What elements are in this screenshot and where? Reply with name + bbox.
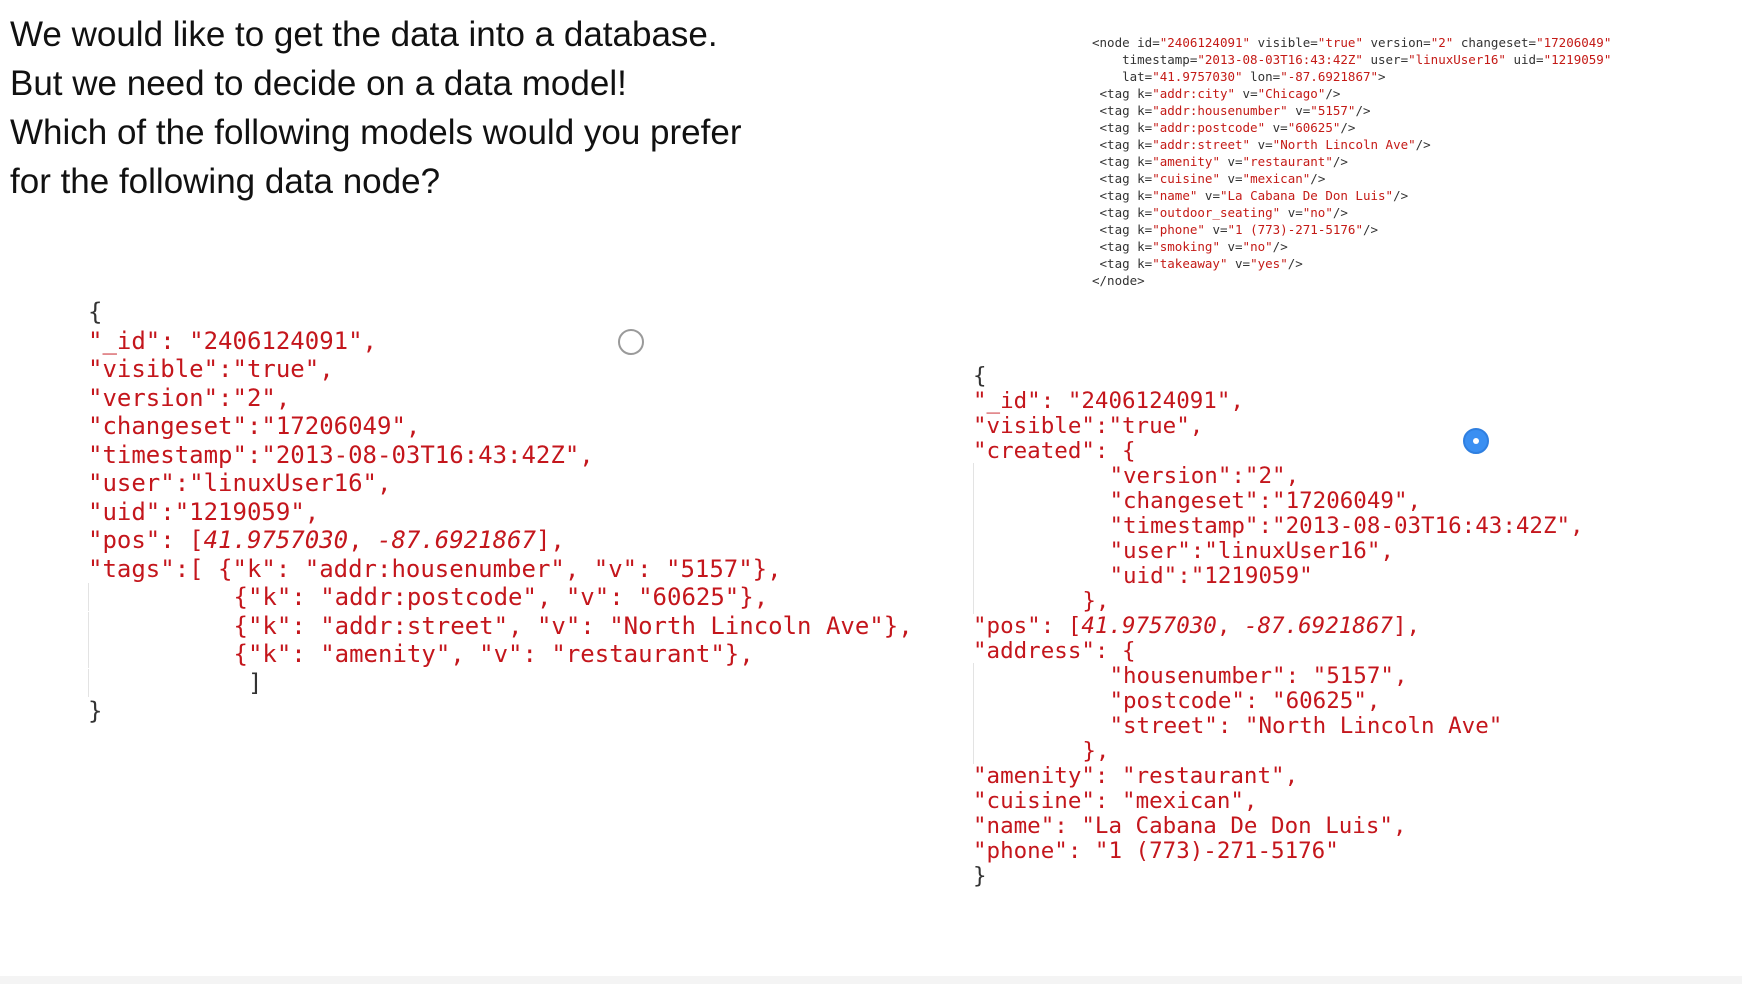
- footer-strip: [0, 976, 1742, 984]
- xml-tag-line: <tag k="cuisine" v="mexican"/>: [1092, 171, 1326, 186]
- question-line: But we need to decide on a data model!: [10, 64, 627, 103]
- xml-tag-line: <tag k="amenity" v="restaurant"/>: [1092, 154, 1348, 169]
- option-b-json: { "_id": "2406124091", "visible":"true",…: [973, 363, 1584, 889]
- question-text: We would like to get the data into a dat…: [10, 10, 770, 206]
- xml-tag-line: <tag k="addr:city" v="Chicago"/>: [1092, 86, 1341, 101]
- question-line: We would like to get the data into a dat…: [10, 15, 718, 54]
- xml-tag-line: <tag k="name" v="La Cabana De Don Luis"/…: [1092, 188, 1409, 203]
- xml-tag-line: <tag k="addr:housenumber" v="5157"/>: [1092, 103, 1371, 118]
- xml-tag-line: <tag k="addr:street" v="North Lincoln Av…: [1092, 137, 1431, 152]
- xml-tag-line: <tag k="phone" v="1 (773)-271-5176"/>: [1092, 222, 1379, 237]
- option-a-tag-line: {"k": "amenity", "v": "restaurant"},: [88, 640, 754, 668]
- option-a-json: { "_id": "2406124091", "visible":"true",…: [88, 298, 913, 725]
- question-line: for the following data node?: [10, 162, 441, 201]
- question-line: Which of the following models would you …: [10, 113, 742, 152]
- option-a-radio[interactable]: [618, 329, 644, 355]
- xml-tag-line: <tag k="outdoor_seating" v="no"/>: [1092, 205, 1348, 220]
- radio-selected-dot: [1473, 438, 1479, 444]
- xml-close-tag: </node>: [1092, 273, 1145, 288]
- xml-tag-line: <tag k="addr:postcode" v="60625"/>: [1092, 120, 1356, 135]
- xml-tag-line: <tag k="smoking" v="no"/>: [1092, 239, 1288, 254]
- option-a-tag-line: {"k": "addr:postcode", "v": "60625"},: [88, 583, 768, 611]
- option-b-radio[interactable]: [1463, 428, 1489, 454]
- xml-node-snippet: <node id="2406124091" visible="true" ver…: [1092, 35, 1612, 288]
- xml-tag-line: <tag k="takeaway" v="yes"/>: [1092, 256, 1303, 271]
- option-a-tag-line: {"k": "addr:housenumber", "v": "5157"},: [218, 554, 782, 583]
- option-a-tag-line: {"k": "addr:street", "v": "North Lincoln…: [88, 611, 913, 640]
